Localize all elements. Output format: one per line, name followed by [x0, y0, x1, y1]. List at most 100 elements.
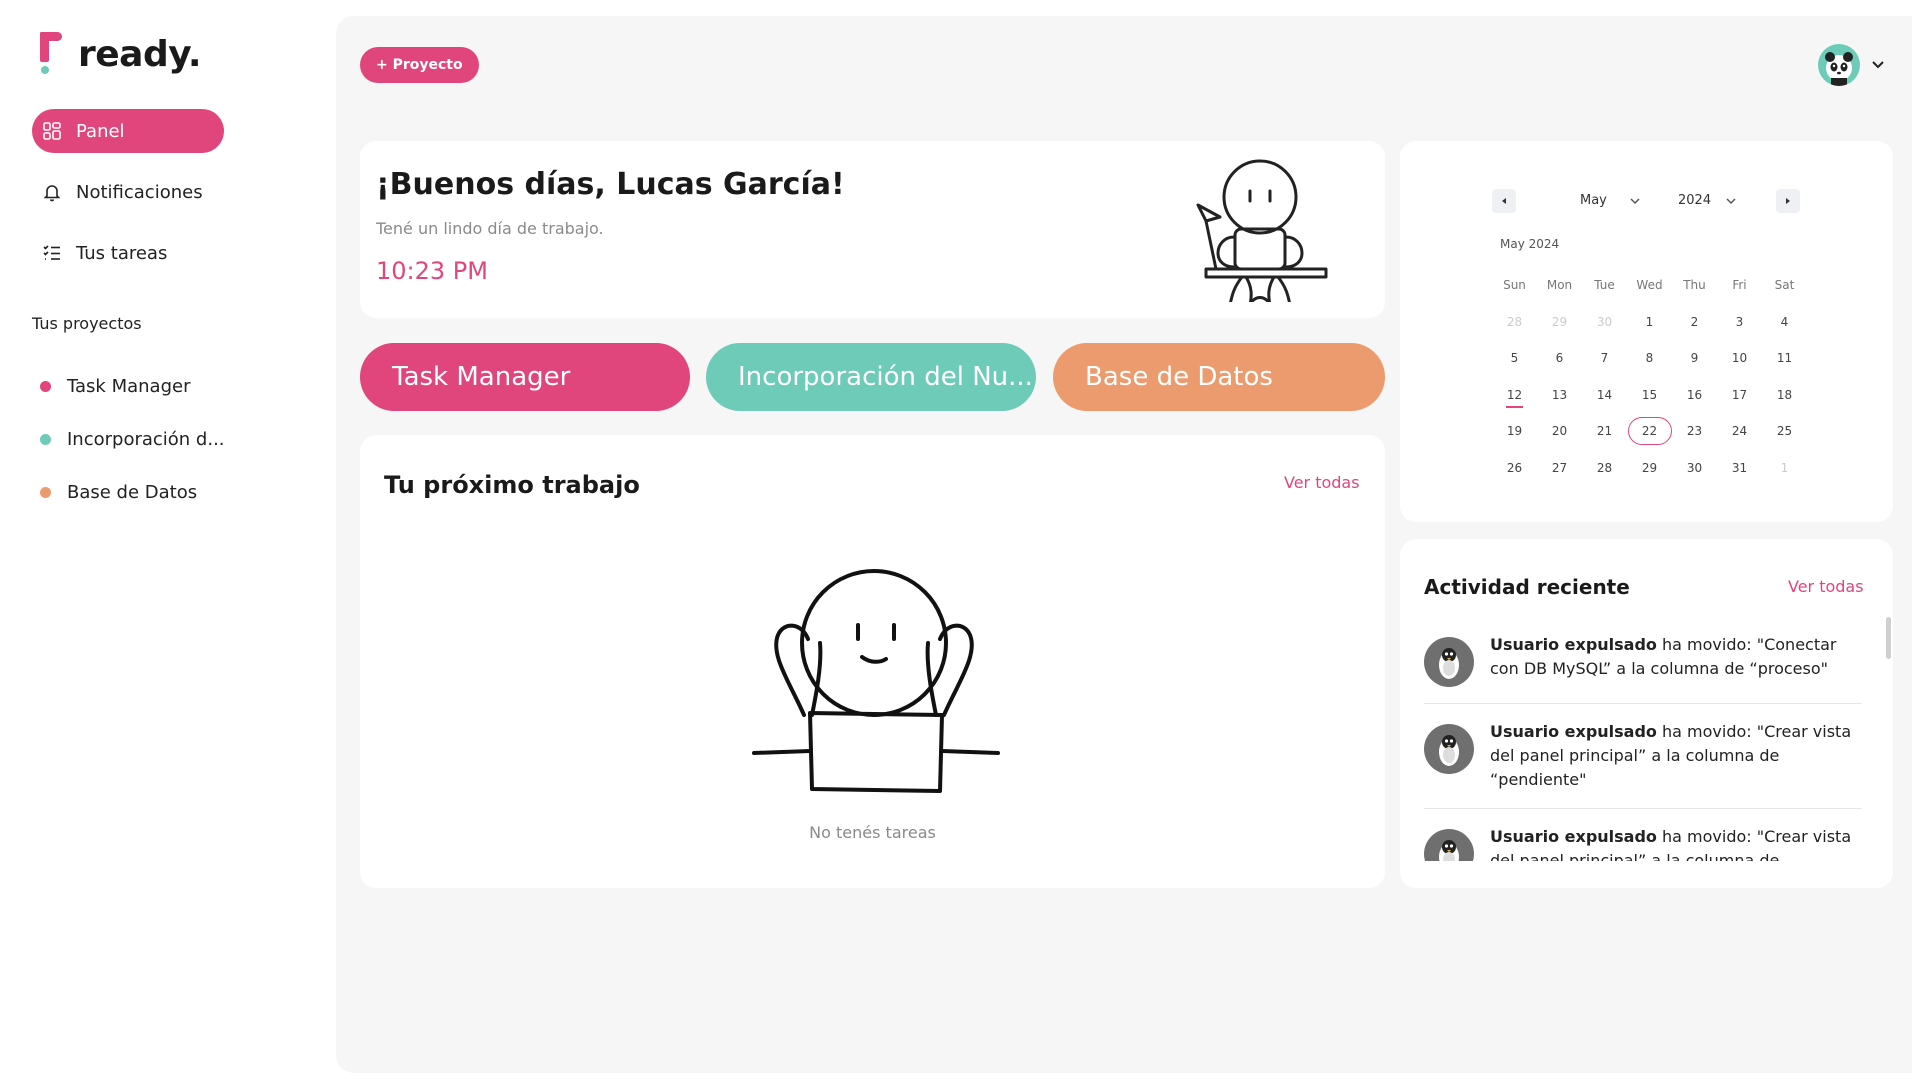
calendar-weekday: Wed — [1636, 278, 1663, 293]
calendar-day[interactable]: 2 — [1672, 304, 1717, 341]
calendar-day[interactable]: 21 — [1582, 413, 1627, 450]
calendar-day[interactable]: 15 — [1627, 377, 1672, 414]
panda-avatar-icon[interactable] — [1818, 44, 1860, 86]
nav-item-panel[interactable]: Panel — [32, 109, 224, 153]
calendar-day-number: 9 — [1690, 351, 1699, 366]
nav-label-notificaciones: Notificaciones — [76, 181, 203, 203]
calendar-day-number: 18 — [1776, 387, 1793, 402]
sidebar-project-label: Base de Datos — [67, 482, 198, 503]
calendar-weekday: Mon — [1546, 278, 1573, 293]
activity-item[interactable]: Usuario expulsado ha movido: "Crear vist… — [1424, 809, 1862, 861]
activity-user: Usuario expulsado — [1490, 722, 1657, 741]
calendar-day[interactable]: 31 — [1717, 450, 1762, 487]
calendar-day[interactable]: 1 — [1627, 304, 1672, 341]
see-all-activity-link[interactable]: Ver todas — [1788, 577, 1864, 596]
calendar-month-select[interactable]: May — [1580, 193, 1641, 208]
project-pill-incorporacion[interactable]: Incorporación del Nu... — [706, 343, 1036, 411]
calendar-day[interactable]: 19 — [1492, 413, 1537, 450]
sidebar-project-label: Task Manager — [67, 376, 191, 397]
calendar-day[interactable]: 13 — [1537, 377, 1582, 414]
logo-mark-icon — [38, 32, 64, 76]
calendar-day[interactable]: 1 — [1762, 450, 1807, 487]
calendar-day[interactable]: 12 — [1492, 377, 1537, 414]
calendar-day[interactable]: 10 — [1717, 340, 1762, 377]
task-list-icon — [42, 243, 62, 263]
activity-title: Actividad reciente — [1424, 575, 1630, 599]
greeting-card: ¡Buenos días, Lucas García! Tené un lind… — [360, 141, 1385, 318]
project-color-dot — [40, 434, 51, 445]
sidebar-project-incorporacion[interactable]: Incorporación d... — [40, 429, 225, 450]
nav-item-tus-tareas[interactable]: Tus tareas — [32, 231, 224, 275]
calendar-day[interactable]: 23 — [1672, 413, 1717, 450]
chevron-down-icon[interactable] — [1868, 54, 1888, 74]
activity-list[interactable]: Usuario expulsado ha movido: "Conectar c… — [1424, 617, 1862, 861]
next-work-title: Tu próximo trabajo — [384, 471, 640, 499]
see-all-tasks-link[interactable]: Ver todas — [1284, 473, 1360, 492]
calendar-day-number: 15 — [1641, 387, 1658, 402]
calendar-day[interactable]: 28 — [1492, 304, 1537, 341]
calendar-day-number: 4 — [1780, 314, 1789, 329]
calendar-day[interactable]: 30 — [1582, 304, 1627, 341]
calendar-prev-button[interactable] — [1492, 189, 1516, 213]
calendar-day[interactable]: 27 — [1537, 450, 1582, 487]
app-logo[interactable]: ready. — [38, 32, 202, 76]
activity-item[interactable]: Usuario expulsado ha movido: "Crear vist… — [1424, 704, 1862, 809]
calendar-day[interactable]: 28 — [1582, 450, 1627, 487]
sidebar-project-task-manager[interactable]: Task Manager — [40, 376, 190, 397]
calendar-day[interactable]: 20 — [1537, 413, 1582, 450]
calendar-day-number: 30 — [1596, 314, 1613, 329]
calendar-day[interactable]: 18 — [1762, 377, 1807, 414]
worker-illustration — [1196, 159, 1328, 302]
calendar-day[interactable]: 9 — [1672, 340, 1717, 377]
calendar-weekday: Fri — [1732, 278, 1747, 293]
calendar-day-number: 6 — [1555, 351, 1564, 366]
calendar-card: May 2024 May 2024 Sun Mon Tue Wed Thu Fri Sat 2… — [1400, 141, 1893, 522]
calendar-day[interactable]: 6 — [1537, 340, 1582, 377]
calendar-day-number: 29 — [1551, 314, 1568, 329]
calendar-day[interactable]: 29 — [1627, 450, 1672, 487]
calendar-day[interactable]: 14 — [1582, 377, 1627, 414]
current-time: 10:23 PM — [376, 257, 488, 285]
bell-icon — [42, 182, 62, 202]
calendar-day-number: 23 — [1686, 424, 1703, 439]
calendar-day[interactable]: 26 — [1492, 450, 1537, 487]
calendar-year-select[interactable]: 2024 — [1678, 193, 1737, 208]
sidebar-project-base-de-datos[interactable]: Base de Datos — [40, 482, 197, 503]
activity-text: Usuario expulsado ha movido: "Crear vist… — [1490, 825, 1862, 861]
add-project-button[interactable]: + Proyecto — [360, 47, 479, 83]
calendar-day[interactable]: 4 — [1762, 304, 1807, 341]
calendar-day[interactable]: 24 — [1717, 413, 1762, 450]
calendar-day[interactable]: 16 — [1672, 377, 1717, 414]
activity-item[interactable]: Usuario expulsado ha movido: "Conectar c… — [1424, 617, 1862, 704]
calendar-day-number: 27 — [1551, 460, 1568, 475]
nav-item-notificaciones[interactable]: Notificaciones — [32, 170, 224, 214]
calendar-day[interactable]: 30 — [1672, 450, 1717, 487]
chevron-down-icon — [1630, 197, 1640, 204]
calendar-day[interactable]: 5 — [1492, 340, 1537, 377]
calendar-day-number: 14 — [1596, 387, 1613, 402]
calendar-day-number: 13 — [1551, 387, 1568, 402]
calendar-day[interactable]: 17 — [1717, 377, 1762, 414]
calendar-day[interactable]: 8 — [1627, 340, 1672, 377]
penguin-avatar-icon — [1424, 637, 1474, 687]
calendar-day[interactable]: 3 — [1717, 304, 1762, 341]
calendar-day[interactable]: 11 — [1762, 340, 1807, 377]
calendar-day-number: 7 — [1600, 351, 1609, 366]
activity-scrollbar[interactable] — [1886, 617, 1891, 659]
calendar-day-number: 17 — [1731, 387, 1748, 402]
project-pill-base-de-datos[interactable]: Base de Datos — [1053, 343, 1385, 411]
calendar-day[interactable]: 22 — [1627, 413, 1672, 450]
chevron-down-icon — [1726, 197, 1736, 204]
calendar-day-number: 1 — [1645, 314, 1654, 329]
calendar-day-number: 29 — [1641, 460, 1658, 475]
project-pill-task-manager[interactable]: Task Manager — [360, 343, 690, 411]
logo-text: ready. — [78, 33, 202, 75]
calendar-day[interactable]: 7 — [1582, 340, 1627, 377]
calendar-next-button[interactable] — [1776, 189, 1800, 213]
calendar-weekday: Sat — [1774, 278, 1795, 293]
calendar-grid: Sun Mon Tue Wed Thu Fri Sat 28 29 30 1 2 3 4 5 6 7 8 9 10 11… — [1492, 267, 1807, 486]
calendar-day-number: 3 — [1735, 314, 1744, 329]
calendar-day[interactable]: 25 — [1762, 413, 1807, 450]
calendar-day[interactable]: 29 — [1537, 304, 1582, 341]
calendar-day-number: 2 — [1690, 314, 1699, 329]
